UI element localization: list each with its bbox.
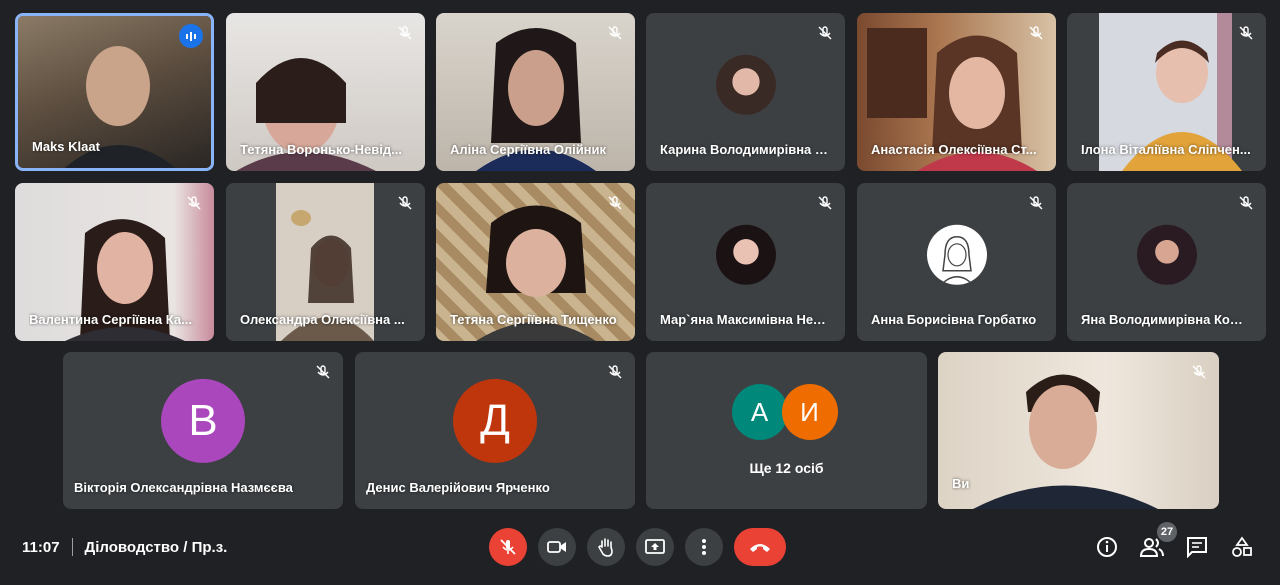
participant-tile-7[interactable]: Валентина Сергіївна Ка...: [15, 183, 214, 341]
chat-button[interactable]: [1184, 534, 1210, 560]
speaking-indicator-icon: [179, 24, 203, 48]
participant-name: Олександра Олексіївна ...: [240, 312, 405, 327]
participant-tile-2[interactable]: Тетяна Воронько-Невід...: [226, 13, 425, 171]
info-icon: [1097, 537, 1117, 557]
raise-hand-icon: [598, 538, 613, 557]
more-vert-icon: [702, 539, 706, 555]
mic-toggle-button[interactable]: [489, 528, 527, 566]
self-tile[interactable]: Ви: [938, 352, 1219, 509]
avatar: А: [731, 384, 788, 440]
participant-name: Тетяна Воронько-Невід...: [240, 142, 402, 157]
meeting-info: 11:07 Діловодство / Пр.з.: [22, 538, 227, 556]
participant-name: Вікторія Олександрівна Назмєєва: [74, 480, 293, 495]
participant-name: Валентина Сергіївна Ка...: [29, 312, 192, 327]
participant-name: Тетяна Сергіївна Тищенко: [450, 312, 617, 327]
bottom-toolbar: 11:07 Діловодство / Пр.з. 27: [0, 516, 1280, 576]
participant-tile-8[interactable]: Олександра Олексіївна ...: [226, 183, 425, 341]
avatar: [715, 224, 776, 285]
chat-icon: [1187, 537, 1207, 558]
mic-off-icon: [182, 191, 206, 215]
avatar: [926, 224, 987, 285]
participant-name: Анна Борисівна Горбатко: [871, 312, 1037, 327]
participant-name: Денис Валерійович Ярченко: [366, 480, 550, 495]
mic-off-icon: [500, 539, 516, 555]
present-screen-icon: [645, 539, 665, 554]
mic-off-icon: [393, 21, 417, 45]
participant-name: Мар`яна Максимівна Неч...: [660, 312, 831, 327]
mic-off-icon: [813, 21, 837, 45]
group-avatars: А И: [731, 384, 842, 442]
leave-call-button[interactable]: [734, 528, 786, 566]
participant-tile-9[interactable]: Тетяна Сергіївна Тищенко: [436, 183, 635, 341]
more-options-button[interactable]: [685, 528, 723, 566]
people-button[interactable]: 27: [1139, 522, 1177, 560]
others-group-tile[interactable]: А И Ще 12 осіб: [646, 352, 927, 509]
avatar: Д: [453, 378, 537, 463]
hang-up-icon: [750, 544, 770, 552]
mic-off-icon: [603, 21, 627, 45]
participant-tile-14[interactable]: Д Денис Валерійович Ярченко: [355, 352, 635, 509]
mic-off-icon: [1024, 21, 1048, 45]
mic-off-icon: [813, 191, 837, 215]
mic-off-icon: [1187, 360, 1211, 384]
mic-off-icon: [1024, 191, 1048, 215]
mic-off-icon: [603, 191, 627, 215]
participant-tile-10[interactable]: Мар`яна Максимівна Неч...: [646, 183, 845, 341]
avatar: И: [781, 384, 838, 440]
participant-name: Ілона Віталіївна Сліпчен...: [1081, 142, 1251, 157]
avatar: [1136, 224, 1197, 285]
participant-tile-13[interactable]: В Вікторія Олександрівна Назмєєва: [63, 352, 343, 509]
activities-icon: [1232, 536, 1252, 557]
mic-off-icon: [311, 360, 335, 384]
meeting-title[interactable]: Діловодство / Пр.з.: [85, 539, 228, 556]
participant-tile-1[interactable]: Maks Klaat: [15, 13, 214, 171]
divider: [71, 538, 73, 556]
drawn-portrait-icon: [940, 236, 973, 285]
participant-count-badge: 27: [1157, 522, 1177, 542]
meeting-details-button[interactable]: [1094, 534, 1120, 560]
participant-name: Карина Володимирівна Р...: [660, 142, 831, 157]
mic-off-icon: [393, 191, 417, 215]
meeting-time: 11:07: [22, 538, 60, 556]
participant-tile-5[interactable]: Анастасія Олексіївна Ст...: [857, 13, 1056, 171]
participant-name: Яна Володимирівна Комл...: [1081, 312, 1252, 327]
others-count-label: Ще 12 осіб: [749, 460, 824, 476]
participant-name: Ви: [952, 476, 970, 491]
camera-icon: [547, 541, 566, 553]
camera-toggle-button[interactable]: [538, 528, 576, 566]
participant-tile-3[interactable]: Аліна Сергіївна Олійник: [436, 13, 635, 171]
participant-tile-12[interactable]: Яна Володимирівна Комл...: [1067, 183, 1266, 341]
present-screen-button[interactable]: [636, 528, 674, 566]
avatar: В: [161, 378, 245, 463]
participant-tile-4[interactable]: Карина Володимирівна Р...: [646, 13, 845, 171]
participant-name: Анастасія Олексіївна Ст...: [871, 142, 1037, 157]
mic-off-icon: [1234, 191, 1258, 215]
participant-tile-11[interactable]: Анна Борисівна Горбатко: [857, 183, 1056, 341]
mic-off-icon: [1234, 21, 1258, 45]
participant-name: Maks Klaat: [32, 139, 100, 154]
activities-button[interactable]: [1229, 534, 1255, 560]
raise-hand-button[interactable]: [587, 528, 625, 566]
participant-tile-6[interactable]: Ілона Віталіївна Сліпчен...: [1067, 13, 1266, 171]
participant-name: Аліна Сергіївна Олійник: [450, 142, 607, 157]
mic-off-icon: [603, 360, 627, 384]
avatar: [715, 54, 776, 115]
